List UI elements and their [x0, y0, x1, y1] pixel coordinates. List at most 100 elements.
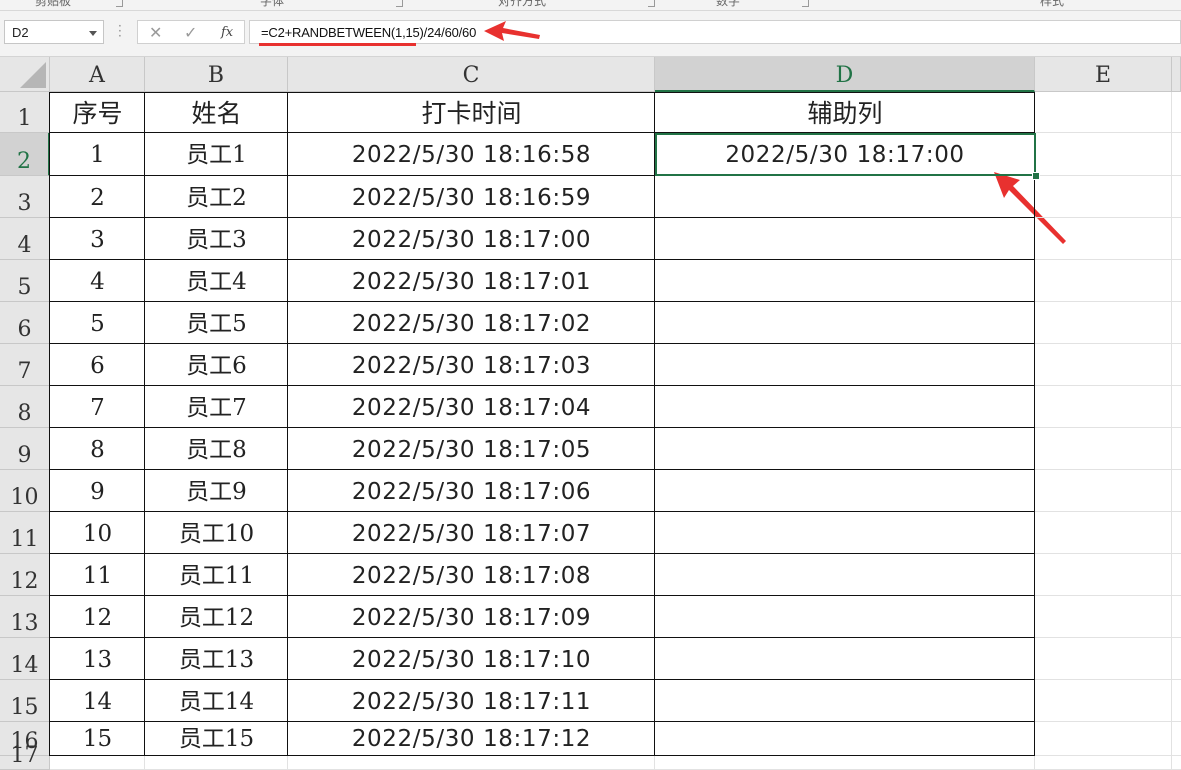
- table-cell[interactable]: 2022/5/30 18:17:05: [288, 428, 655, 470]
- column-header-b[interactable]: B: [145, 57, 288, 92]
- table-cell[interactable]: 2022/5/30 18:17:00: [288, 218, 655, 260]
- table-cell[interactable]: 员工15: [145, 722, 288, 756]
- table-cell[interactable]: 员工11: [145, 554, 288, 596]
- row-header-4[interactable]: 4: [0, 218, 50, 260]
- table-cell[interactable]: 员工6: [145, 344, 288, 386]
- header-cell[interactable]: 序号: [50, 92, 145, 133]
- formula-input[interactable]: =C2+RANDBETWEEN(1,15)/24/60/60: [249, 20, 1181, 44]
- column-header-a[interactable]: A: [50, 57, 145, 92]
- alignment-launcher-icon[interactable]: [648, 0, 655, 7]
- more-icon[interactable]: · · ·: [118, 20, 122, 42]
- row-header-9[interactable]: 9: [0, 428, 50, 470]
- table-cell[interactable]: 2022/5/30 18:17:02: [288, 302, 655, 344]
- chevron-down-icon[interactable]: [89, 31, 97, 36]
- table-cell[interactable]: 员工14: [145, 680, 288, 722]
- table-cell[interactable]: 2022/5/30 18:17:04: [288, 386, 655, 428]
- header-cell[interactable]: 打卡时间: [288, 92, 655, 133]
- table-cell[interactable]: 14: [50, 680, 145, 722]
- row-header-5[interactable]: 5: [0, 260, 50, 302]
- table-cell[interactable]: 2022/5/30 18:17:00: [655, 133, 1035, 176]
- font-launcher-icon[interactable]: [396, 0, 403, 7]
- table-cell[interactable]: 7: [50, 386, 145, 428]
- row-header-13[interactable]: 13: [0, 596, 50, 638]
- table-cell[interactable]: 12: [50, 596, 145, 638]
- ribbon-group-number: 数字: [716, 0, 741, 8]
- table-cell[interactable]: 员工13: [145, 638, 288, 680]
- clipboard-launcher-icon[interactable]: [116, 0, 123, 7]
- table-cell[interactable]: [655, 554, 1035, 596]
- table-cell[interactable]: 员工5: [145, 302, 288, 344]
- insert-function-icon[interactable]: fx: [221, 25, 233, 40]
- row-header-7[interactable]: 7: [0, 344, 50, 386]
- table-cell[interactable]: 9: [50, 470, 145, 512]
- header-cell[interactable]: 辅助列: [655, 92, 1035, 133]
- table-cell[interactable]: 员工12: [145, 596, 288, 638]
- table-cell[interactable]: [655, 218, 1035, 260]
- table-cell[interactable]: 4: [50, 260, 145, 302]
- table-cell[interactable]: 2022/5/30 18:17:07: [288, 512, 655, 554]
- enter-icon[interactable]: ✓: [184, 23, 197, 42]
- table-cell[interactable]: [655, 176, 1035, 218]
- column-header-e[interactable]: E: [1035, 57, 1172, 92]
- column-header-c[interactable]: C: [288, 57, 655, 92]
- row-header-8[interactable]: 8: [0, 386, 50, 428]
- table-cell[interactable]: 8: [50, 428, 145, 470]
- row-header-2[interactable]: 2: [0, 133, 50, 176]
- row-header-12[interactable]: 12: [0, 554, 50, 596]
- table-cell[interactable]: [655, 428, 1035, 470]
- row-header-17[interactable]: 17: [0, 743, 50, 770]
- row-header-10[interactable]: 10: [0, 470, 50, 512]
- table-cell[interactable]: 员工3: [145, 218, 288, 260]
- table-cell[interactable]: 2022/5/30 18:16:59: [288, 176, 655, 218]
- column-header-d[interactable]: D: [655, 57, 1035, 92]
- table-cell[interactable]: [655, 722, 1035, 756]
- table-cell[interactable]: [655, 386, 1035, 428]
- table-cell[interactable]: 2022/5/30 18:17:06: [288, 470, 655, 512]
- name-box[interactable]: D2: [4, 20, 104, 44]
- table-cell[interactable]: [655, 680, 1035, 722]
- cancel-icon[interactable]: ✕: [149, 23, 162, 42]
- table-cell[interactable]: [655, 638, 1035, 680]
- table-cell[interactable]: [655, 596, 1035, 638]
- table-cell[interactable]: 员工1: [145, 133, 288, 176]
- table-cell[interactable]: [655, 512, 1035, 554]
- fill-handle[interactable]: [1032, 172, 1040, 180]
- number-launcher-icon[interactable]: [802, 0, 809, 7]
- table-cell[interactable]: 2022/5/30 18:17:12: [288, 722, 655, 756]
- table-cell[interactable]: 员工8: [145, 428, 288, 470]
- table-cell[interactable]: 员工4: [145, 260, 288, 302]
- row-header-11[interactable]: 11: [0, 512, 50, 554]
- table-cell[interactable]: 2022/5/30 18:17:03: [288, 344, 655, 386]
- table-cell[interactable]: [655, 344, 1035, 386]
- table-cell[interactable]: 10: [50, 512, 145, 554]
- table-cell[interactable]: [655, 470, 1035, 512]
- row-header-1[interactable]: 1: [0, 92, 50, 133]
- table-cell[interactable]: [655, 260, 1035, 302]
- row-header-15[interactable]: 15: [0, 680, 50, 722]
- table-cell[interactable]: 11: [50, 554, 145, 596]
- table-cell[interactable]: 2022/5/30 18:16:58: [288, 133, 655, 176]
- table-cell[interactable]: 1: [50, 133, 145, 176]
- table-cell[interactable]: [655, 302, 1035, 344]
- table-cell[interactable]: 2: [50, 176, 145, 218]
- table-cell[interactable]: 13: [50, 638, 145, 680]
- row-header-3[interactable]: 3: [0, 176, 50, 218]
- table-cell[interactable]: 2022/5/30 18:17:08: [288, 554, 655, 596]
- table-cell[interactable]: 员工7: [145, 386, 288, 428]
- table-cell[interactable]: 2022/5/30 18:17:10: [288, 638, 655, 680]
- table-cell[interactable]: 6: [50, 344, 145, 386]
- table-cell[interactable]: 2022/5/30 18:17:11: [288, 680, 655, 722]
- table-cell[interactable]: 2022/5/30 18:17:01: [288, 260, 655, 302]
- table-cell[interactable]: 15: [50, 722, 145, 756]
- table-cell[interactable]: 员工10: [145, 512, 288, 554]
- row-header-14[interactable]: 14: [0, 638, 50, 680]
- select-all-corner[interactable]: [0, 57, 50, 92]
- header-cell[interactable]: 姓名: [145, 92, 288, 133]
- table-cell[interactable]: 2022/5/30 18:17:09: [288, 596, 655, 638]
- table-cell[interactable]: 员工2: [145, 176, 288, 218]
- table-cell[interactable]: 5: [50, 302, 145, 344]
- table-cell[interactable]: 员工9: [145, 470, 288, 512]
- ribbon-group-clipboard: 剪贴板: [35, 0, 72, 8]
- table-cell[interactable]: 3: [50, 218, 145, 260]
- row-header-6[interactable]: 6: [0, 302, 50, 344]
